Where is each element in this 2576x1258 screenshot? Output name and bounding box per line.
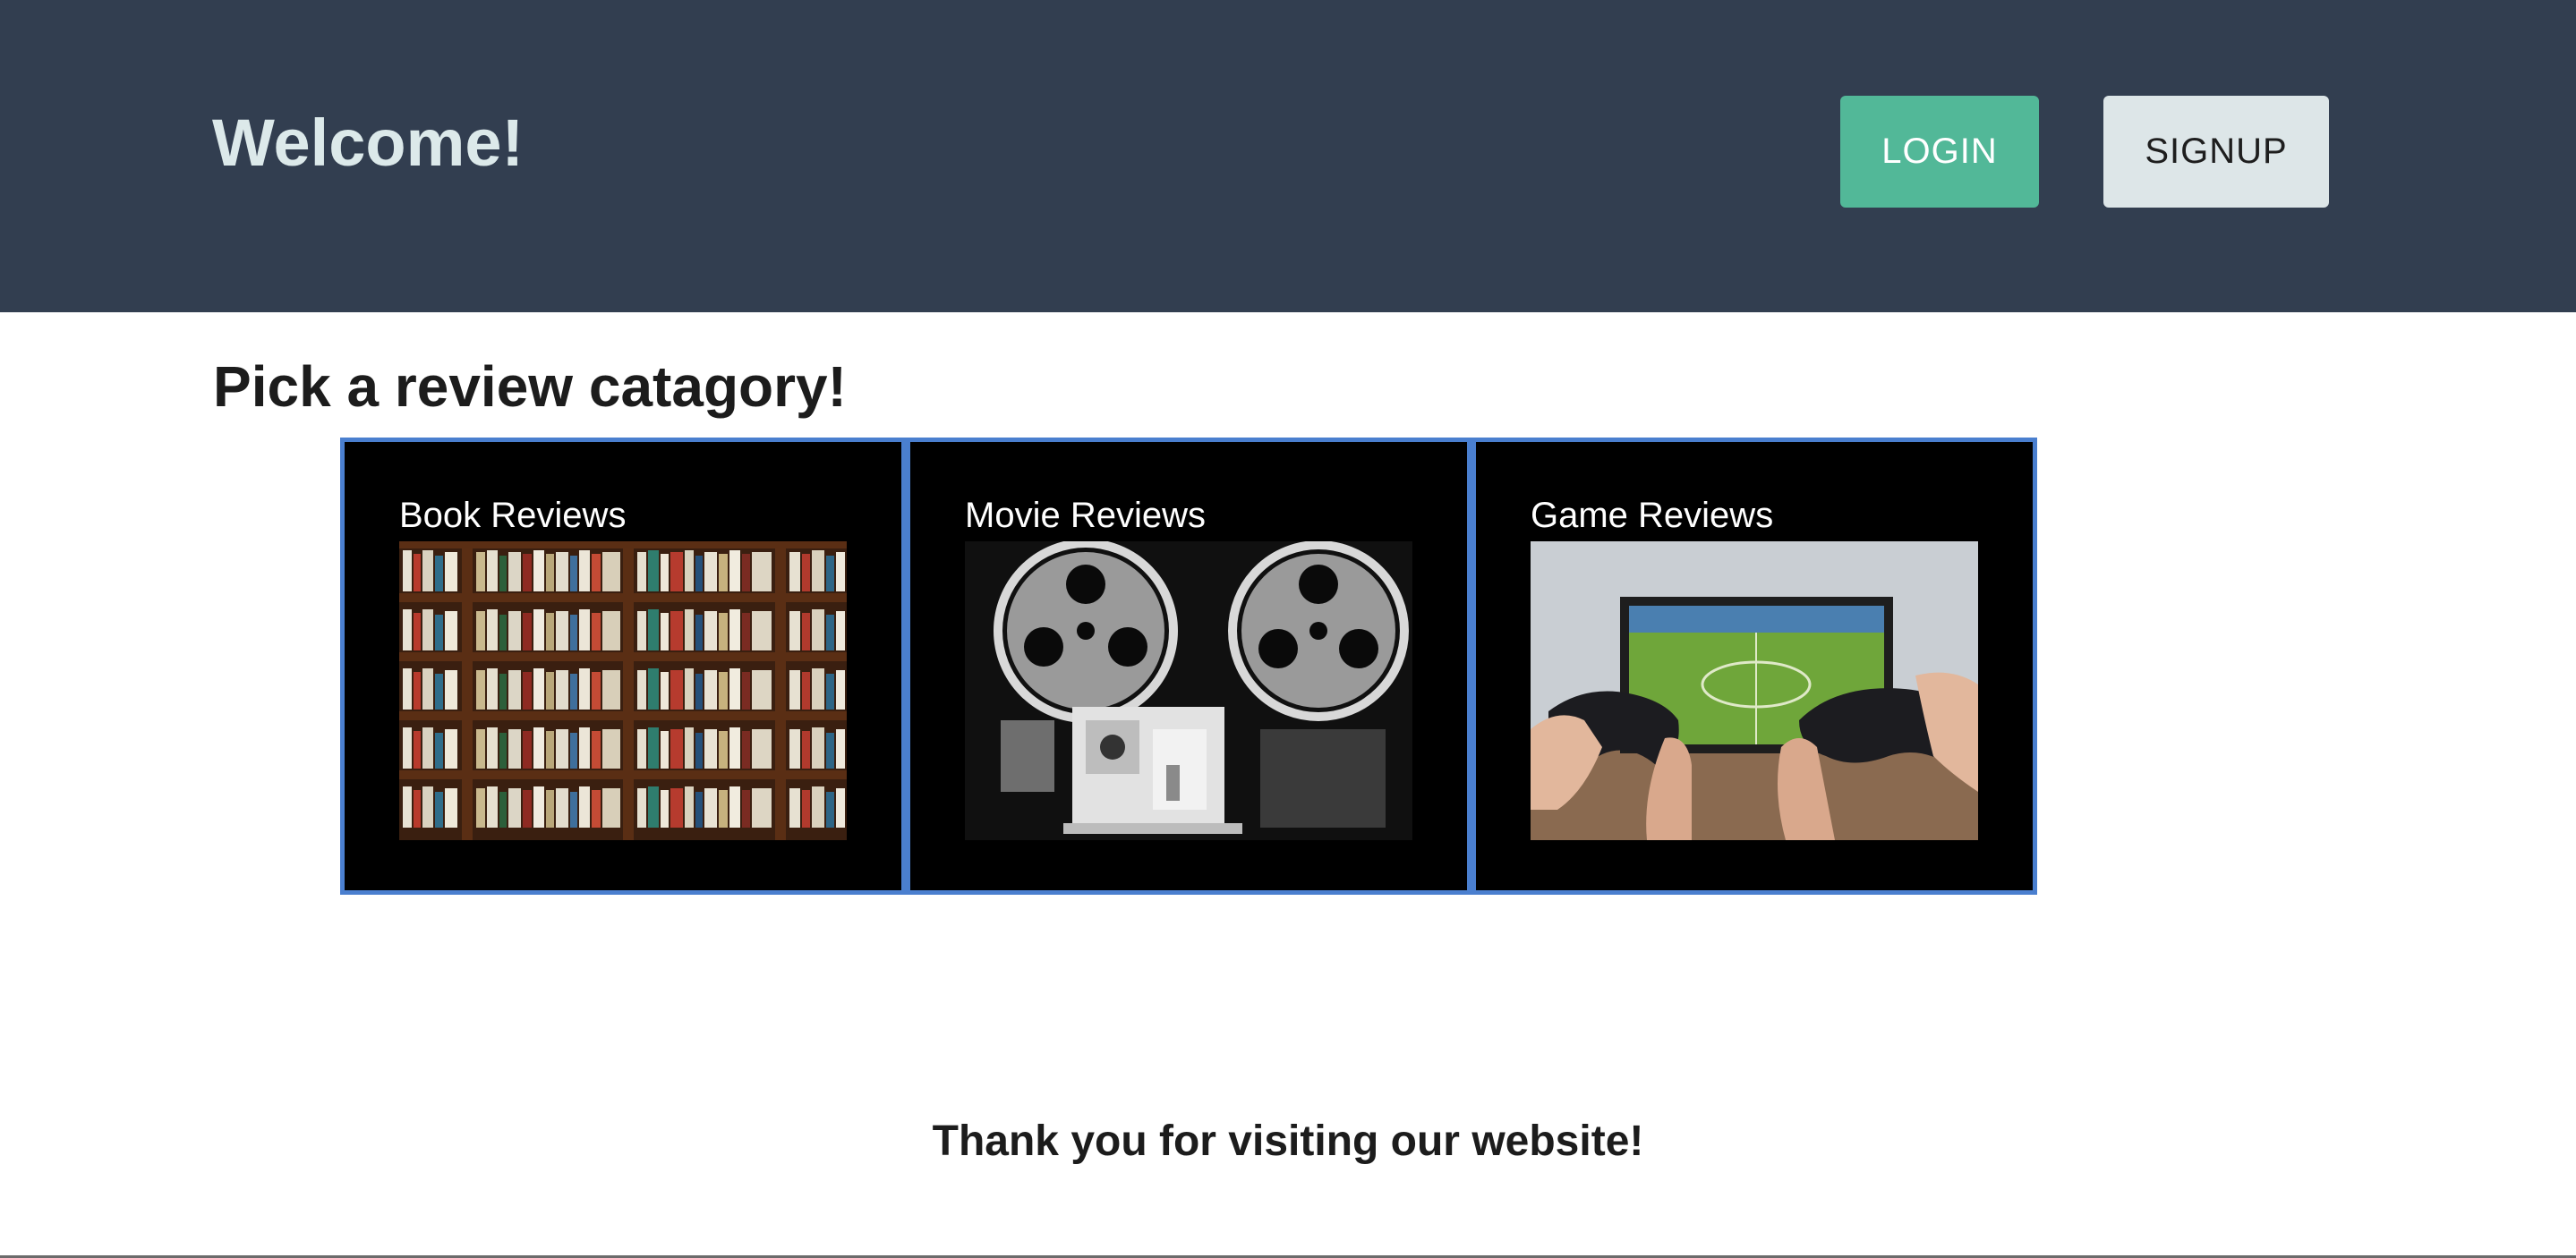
category-heading: Pick a review catagory! [213, 354, 847, 419]
site-header: Welcome! LOGIN SIGNUP [0, 0, 2576, 312]
film-projector-image[interactable] [965, 541, 1412, 840]
bookshelf-image[interactable] [399, 541, 847, 840]
signup-button[interactable]: SIGNUP [2103, 96, 2329, 208]
card-title: Book Reviews [399, 496, 627, 535]
welcome-title: Welcome! [212, 106, 525, 180]
footer-message: Thank you for visiting our website! [932, 1118, 1644, 1165]
category-grid: Book Reviews Movie Reviews Game Reviews [340, 438, 2037, 895]
game-controllers-image[interactable] [1531, 541, 1978, 840]
movie-reviews-card[interactable]: Movie Reviews [910, 442, 1467, 890]
card-title: Game Reviews [1531, 496, 1774, 535]
login-button[interactable]: LOGIN [1840, 96, 2039, 208]
book-reviews-card[interactable]: Book Reviews [345, 442, 901, 890]
card-title: Movie Reviews [965, 496, 1206, 535]
game-reviews-card[interactable]: Game Reviews [1476, 442, 2033, 890]
